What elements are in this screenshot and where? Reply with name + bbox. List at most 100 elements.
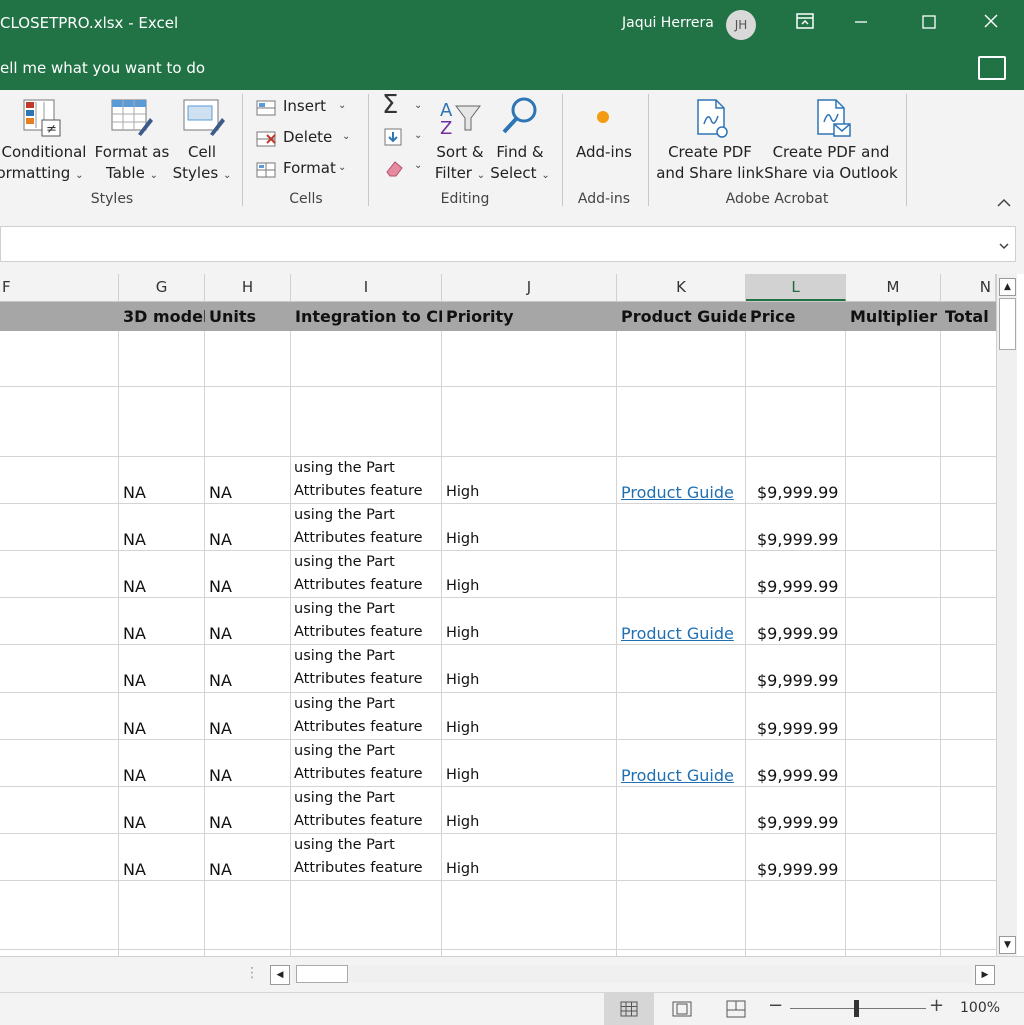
cell-price[interactable]: $9,999.99 [757,530,838,549]
header-priority[interactable]: Priority [442,302,617,331]
horizontal-scrollbar[interactable] [292,965,972,983]
header-product-guide[interactable]: Product Guide [617,302,746,331]
minimize-icon[interactable] [846,10,876,38]
cell-price[interactable]: $9,999.99 [757,813,838,832]
cell-integration-line2[interactable]: Attributes feature [294,527,423,550]
zoom-slider-thumb[interactable] [854,1000,859,1017]
cell-priority[interactable]: High [446,717,479,740]
expand-formula-bar-icon[interactable] [998,236,1010,255]
close-icon[interactable] [976,10,1006,38]
worksheet-grid[interactable]: NA NA using the Part Attributes feature … [0,331,996,956]
cell-3d-model[interactable]: NA [123,860,146,879]
cell-integration-line1[interactable]: using the Part [294,457,395,480]
product-guide-link[interactable]: Product Guide [621,766,734,785]
delete-button[interactable]: Delete ⌄ [256,127,356,151]
cell-price[interactable]: $9,999.99 [757,624,838,643]
ribbon-display-options-icon[interactable] [790,10,820,38]
header-integration[interactable]: Integration to CP [291,302,442,331]
cell-priority[interactable]: High [446,811,479,834]
cell-3d-model[interactable]: NA [123,719,146,738]
create-pdf-outlook-button[interactable]: Create PDF and Share via Outlook [764,90,898,190]
column-header-f[interactable]: F [0,274,119,301]
column-header-j[interactable]: J [442,274,617,301]
cell-priority[interactable]: High [446,575,479,598]
autosum-button[interactable]: Σ ⌄ [382,90,428,120]
cell-units[interactable]: NA [209,860,232,879]
cell-integration-line2[interactable]: Attributes feature [294,668,423,691]
cell-integration-line1[interactable]: using the Part [294,693,395,716]
cell-3d-model[interactable]: NA [123,483,146,502]
cell-3d-model[interactable]: NA [123,530,146,549]
fill-button[interactable]: ⌄ [382,126,428,150]
normal-view-button[interactable] [604,993,654,1025]
cell-units[interactable]: NA [209,813,232,832]
clear-button[interactable]: ⌄ [382,156,428,180]
cell-price[interactable]: $9,999.99 [757,719,838,738]
scroll-left-icon[interactable]: ◀ [270,965,290,985]
cell-units[interactable]: NA [209,530,232,549]
cell-units[interactable]: NA [209,766,232,785]
vertical-scrollbar[interactable]: ▲ ▼ [996,274,1017,956]
cell-priority[interactable]: High [446,669,479,692]
tell-me-input[interactable]: ell me what you want to do [0,59,205,77]
cell-priority[interactable]: High [446,481,479,504]
product-guide-link[interactable]: Product Guide [621,483,734,502]
cell-price[interactable]: $9,999.99 [757,577,838,596]
cell-price[interactable]: $9,999.99 [757,766,838,785]
cell-units[interactable]: NA [209,483,232,502]
column-header-l[interactable]: L [746,274,846,301]
conditional-formatting-button[interactable]: ≠ Conditional ormatting ⌄ [0,90,92,190]
zoom-out-icon[interactable]: − [768,995,783,1016]
collapse-ribbon-icon[interactable] [996,194,1012,208]
scroll-up-icon[interactable]: ▲ [999,278,1016,296]
cell-price[interactable]: $9,999.99 [757,483,838,502]
column-header-i[interactable]: I [291,274,442,301]
scroll-right-icon[interactable]: ▶ [975,965,995,985]
scroll-down-icon[interactable]: ▼ [999,936,1016,954]
cell-units[interactable]: NA [209,671,232,690]
cell-units[interactable]: NA [209,719,232,738]
format-as-table-button[interactable]: Format as Table ⌄ [92,90,172,190]
column-header-m[interactable]: M [846,274,941,301]
header-multiplier[interactable]: Multiplier [846,302,941,331]
cell-integration-line1[interactable]: using the Part [294,598,395,621]
cell-priority[interactable]: High [446,764,479,787]
maximize-icon[interactable] [914,10,944,38]
column-header-h[interactable]: H [205,274,291,301]
horizontal-scroll-thumb[interactable] [296,965,348,983]
cell-3d-model[interactable]: NA [123,813,146,832]
cell-integration-line2[interactable]: Attributes feature [294,621,423,644]
cell-units[interactable]: NA [209,577,232,596]
cell-integration-line2[interactable]: Attributes feature [294,480,423,503]
format-button[interactable]: Format ⌄ [256,158,356,182]
create-pdf-share-link-button[interactable]: Create PDF and Share link [656,90,764,190]
add-ins-button[interactable]: Add-ins [566,90,644,190]
cell-integration-line1[interactable]: using the Part [294,504,395,527]
cell-3d-model[interactable]: NA [123,766,146,785]
user-name[interactable]: Jaqui Herrera [622,15,714,31]
cell-3d-model[interactable]: NA [123,624,146,643]
cell-units[interactable]: NA [209,624,232,643]
insert-button[interactable]: Insert ⌄ [256,96,356,120]
header-3d-model[interactable]: 3D model [119,302,205,331]
header-total[interactable]: Total [941,302,996,331]
tab-split-handle-icon[interactable]: ⋮ [245,965,259,981]
zoom-level[interactable]: 100% [960,1000,1000,1016]
cell-price[interactable]: $9,999.99 [757,671,838,690]
avatar[interactable]: JH [726,10,756,40]
cell-3d-model[interactable]: NA [123,671,146,690]
sort-filter-button[interactable]: A Z Sort & Filter ⌄ [432,90,488,190]
cell-priority[interactable]: High [446,622,479,645]
cell-integration-line1[interactable]: using the Part [294,787,395,810]
cell-integration-line2[interactable]: Attributes feature [294,716,423,739]
cell-integration-line1[interactable]: using the Part [294,551,395,574]
cell-integration-line2[interactable]: Attributes feature [294,810,423,833]
cell-integration-line2[interactable]: Attributes feature [294,763,423,786]
formula-input[interactable] [0,226,1016,262]
cell-integration-line2[interactable]: Attributes feature [294,857,423,880]
cell-price[interactable]: $9,999.99 [757,860,838,879]
cell-integration-line2[interactable]: Attributes feature [294,574,423,597]
column-header-n[interactable]: N [941,274,996,301]
column-header-k[interactable]: K [617,274,746,301]
header-price[interactable]: Price [746,302,846,331]
